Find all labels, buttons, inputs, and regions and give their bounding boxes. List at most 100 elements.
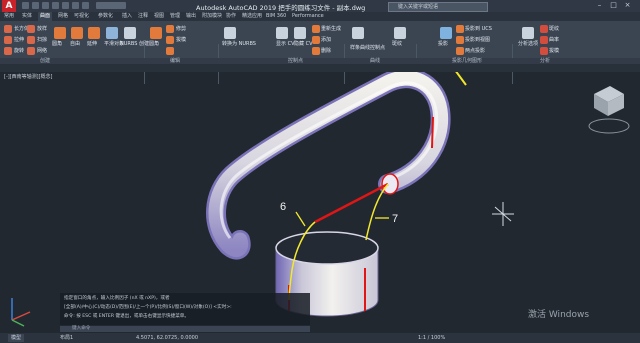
command-line-3: 命令: 按 ESC 或 ENTER 键退出，或单击右键显示快捷菜单。 — [64, 314, 189, 319]
show-cv-button[interactable]: 显示 CV — [276, 41, 295, 47]
spline-cv-button[interactable]: 样条曲线控制点 — [350, 45, 385, 51]
tab-collaborate[interactable]: 协作 — [226, 12, 236, 21]
add-cv-button[interactable]: 添加 — [321, 37, 331, 43]
tab-surface[interactable]: 曲面 — [38, 12, 53, 21]
network-icon — [27, 47, 35, 55]
tab-home[interactable]: 常用 — [4, 12, 14, 21]
tab-output[interactable]: 输出 — [186, 12, 196, 21]
extrude-icon — [4, 36, 12, 44]
command-line-2: [全部(A)/中心(C)/动态(D)/范围(E)/上一个(P)/比例(S)/窗口… — [64, 305, 232, 310]
remove-cv-icon — [312, 47, 320, 55]
analysis-options-button[interactable]: 分析选项 — [518, 41, 538, 47]
extrude-button[interactable]: 拉伸 — [14, 37, 24, 43]
fillet-icon — [150, 27, 162, 39]
search-input[interactable]: 键入关键字或短语 — [388, 2, 488, 12]
extend-button[interactable]: 延伸 — [87, 41, 97, 47]
sweep-button[interactable]: 扫掠 — [37, 37, 47, 43]
sweep-icon — [27, 36, 35, 44]
extend-icon — [166, 36, 174, 44]
model-tab[interactable]: 模型 — [8, 334, 25, 342]
command-input[interactable]: 键入命令 — [60, 326, 310, 332]
draft-analysis-button[interactable]: 拔模 — [549, 48, 559, 54]
ucs-crosshair — [492, 202, 514, 226]
windows-watermark: 激活 Windows — [528, 310, 590, 320]
convert-nurbs-button[interactable]: 转换为 NURBS — [222, 41, 256, 47]
tab-manage[interactable]: 管理 — [170, 12, 180, 21]
smooth-object-icon — [106, 27, 118, 39]
remove-cv-button[interactable]: 删除 — [321, 48, 331, 54]
project-ucs-icon — [456, 25, 464, 33]
minimize-icon[interactable]: – — [596, 2, 603, 9]
tab-insert[interactable]: 插入 — [122, 12, 132, 21]
rebuild-icon — [312, 25, 320, 33]
spline-fit-icon — [394, 27, 406, 39]
sculpt-icon — [166, 47, 174, 55]
revolve-button[interactable]: 旋转 — [14, 48, 24, 54]
loft-icon — [27, 25, 35, 33]
maximize-icon[interactable]: □ — [610, 2, 617, 9]
tab-featured-apps[interactable]: 精选应用 — [242, 12, 262, 21]
tab-addins[interactable]: 附加模块 — [202, 12, 222, 21]
draft-analysis-icon — [540, 47, 548, 55]
free-button[interactable]: 自由 — [70, 41, 80, 47]
hide-cv-button[interactable]: 隐藏 CV — [294, 41, 313, 47]
tab-visualize[interactable]: 可视化 — [74, 12, 89, 21]
convert-nurbs-icon — [224, 27, 236, 39]
autocad-logo-icon[interactable]: A — [2, 0, 16, 12]
workspace-dropdown[interactable] — [96, 2, 126, 9]
command-history: 指定窗口的角点，输入比例因子 (nX 或 nXP)，或者 [全部(A)/中心(C… — [60, 293, 310, 325]
tab-view[interactable]: 视图 — [154, 12, 164, 21]
fillet-button[interactable]: 圆角 — [149, 41, 159, 47]
layout-tab[interactable]: 布局1 — [60, 334, 73, 342]
tab-parametric[interactable]: 参数化 — [98, 12, 113, 21]
network-button[interactable]: 网络 — [37, 48, 47, 54]
trim-icon — [166, 25, 174, 33]
zebra-button[interactable]: 斑纹 — [392, 41, 402, 47]
window-title: Autodesk AutoCAD 2019 把手的圆练习文件 - 副本.dwg — [196, 4, 366, 12]
project-view-icon — [456, 36, 464, 44]
project-two-point-button[interactable]: 两点投影 — [465, 48, 485, 54]
tab-bim360[interactable]: BIM 360 — [266, 12, 286, 21]
hide-cv-icon — [294, 27, 306, 39]
blend-button[interactable]: 圆角 — [52, 41, 62, 47]
draft-button[interactable]: 拔模 — [176, 37, 186, 43]
analysis-options-icon — [522, 27, 534, 39]
project-ucs-button[interactable]: 投影到 UCS — [465, 26, 492, 32]
annotation-scale[interactable]: 1:1 / 100% — [418, 334, 445, 342]
annotation-label-6: 6 — [280, 201, 286, 213]
offset-icon — [88, 27, 100, 39]
show-cv-icon — [276, 27, 288, 39]
tab-annotate[interactable]: 注释 — [138, 12, 148, 21]
project-view-button[interactable]: 投影到视图 — [465, 37, 490, 43]
auto-trim-icon — [440, 27, 452, 39]
curvature-button[interactable]: 曲率 — [549, 37, 559, 43]
tab-solid[interactable]: 实体 — [22, 12, 32, 21]
nurbs-create-icon — [124, 27, 136, 39]
project-button[interactable]: 投影 — [438, 41, 448, 47]
curvature-icon — [540, 36, 548, 44]
plot-icon[interactable] — [62, 2, 69, 9]
loft-button[interactable]: 放样 — [37, 26, 47, 32]
tab-mesh[interactable]: 网格 — [58, 12, 68, 21]
trim-button[interactable]: 修剪 — [176, 26, 186, 32]
undo-icon[interactable] — [72, 2, 79, 9]
new-icon[interactable] — [22, 2, 29, 9]
patch-icon — [71, 27, 83, 39]
annotation-label-7: 7 — [392, 213, 398, 225]
view-cube — [588, 86, 630, 134]
box-icon — [4, 25, 12, 33]
save-icon[interactable] — [42, 2, 49, 9]
save-as-icon[interactable] — [52, 2, 59, 9]
search-placeholder: 键入关键字或短语 — [398, 4, 439, 10]
command-line-1: 指定窗口的角点，输入比例因子 (nX 或 nXP)，或者 — [64, 296, 170, 301]
project-two-point-icon — [456, 47, 464, 55]
zebra-analysis-button[interactable]: 斑纹 — [549, 26, 559, 32]
status-bar — [0, 333, 640, 343]
spline-cv-icon — [352, 27, 364, 39]
tab-performance[interactable]: Performance — [292, 12, 324, 21]
open-icon[interactable] — [32, 2, 39, 9]
redo-icon[interactable] — [82, 2, 89, 9]
add-cv-icon — [312, 36, 320, 44]
rebuild-button[interactable]: 重新生成 — [321, 26, 341, 32]
close-icon[interactable]: × — [624, 2, 631, 9]
